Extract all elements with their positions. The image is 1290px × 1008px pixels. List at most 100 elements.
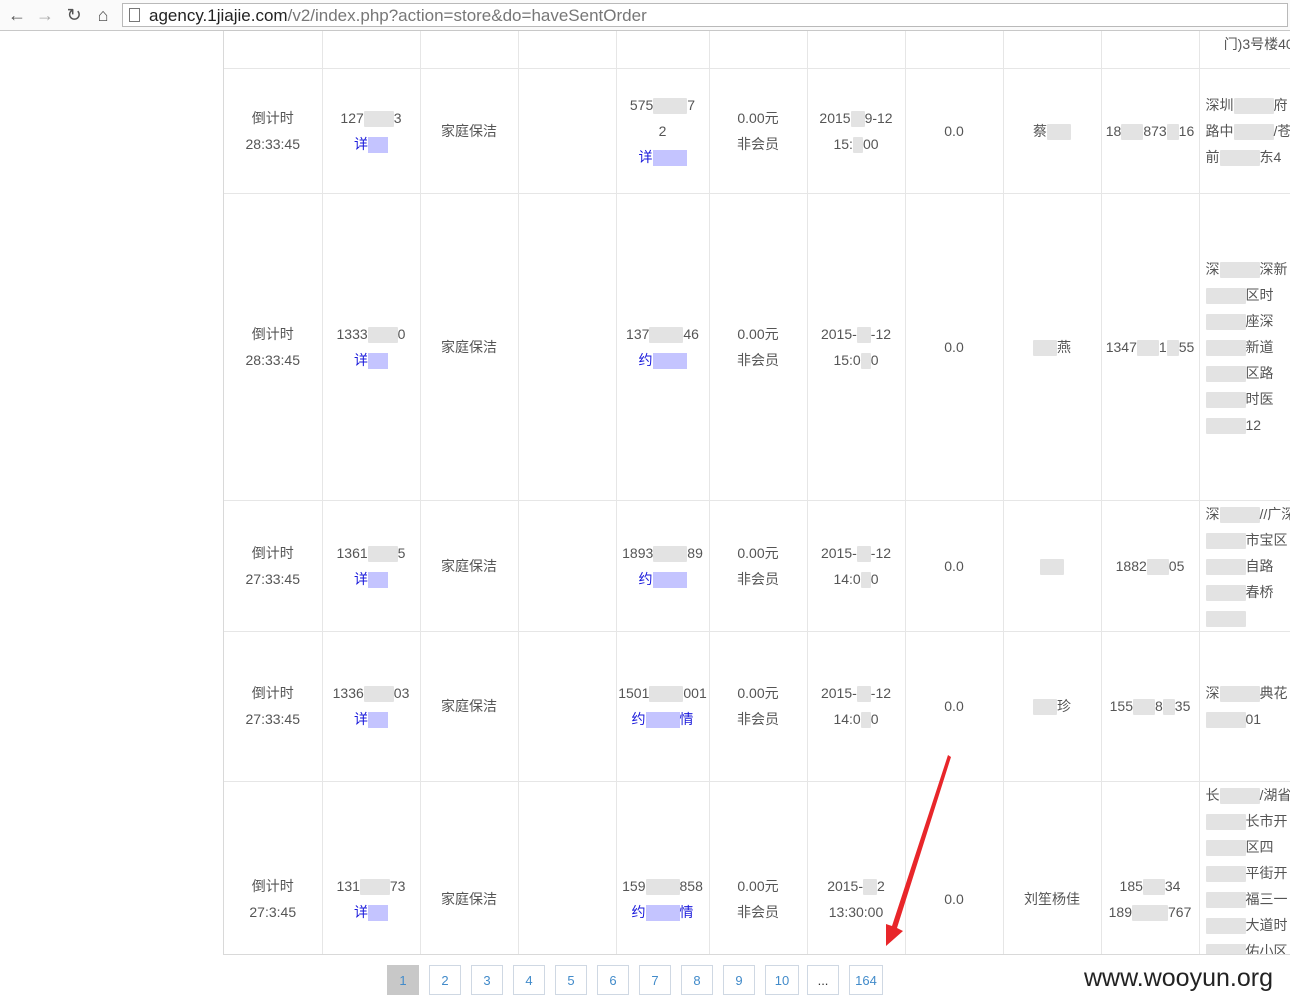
redacted-block	[368, 571, 388, 588]
redacted-block	[1205, 891, 1246, 908]
page-3-button[interactable]: 3	[471, 965, 503, 995]
browser-toolbar: ← → ↻ ⌂ agency.1jiajie.com/v2/index.php?…	[0, 0, 1290, 31]
redacted-block	[359, 878, 390, 895]
address-fragment: 大道	[1245, 916, 1274, 933]
redacted-block	[1166, 123, 1179, 140]
page-5-button[interactable]: 5	[555, 965, 587, 995]
name-tail: 笙杨佳	[1038, 890, 1080, 907]
countdown-value: 28:33:45	[245, 351, 301, 368]
mobile-head: 1882	[1115, 557, 1147, 574]
redacted-block	[363, 110, 394, 127]
detail-link[interactable]: 详	[354, 711, 368, 727]
address-fragment: /湖	[1259, 786, 1278, 803]
price: 0.00元	[737, 877, 779, 894]
page-8-button[interactable]: 8	[681, 965, 713, 995]
redacted-block	[652, 149, 687, 166]
countdown-cell: 倒计时 28:33:45	[224, 68, 323, 194]
contact-link-row: 约	[617, 566, 709, 592]
phone-tail: 001	[683, 685, 707, 701]
order-number: 127 3	[323, 105, 420, 131]
page-6-button[interactable]: 6	[597, 965, 629, 995]
service-date: 2015- -12	[808, 321, 905, 347]
address-fragment: 路	[1259, 557, 1274, 574]
redacted-block	[1033, 699, 1057, 716]
contact-link[interactable]: 约	[639, 352, 653, 368]
detail-link[interactable]: 详	[354, 571, 368, 587]
countdown-value: 27:3:45	[249, 903, 297, 920]
datetime-cell: 2015- -12 15:0 0	[807, 193, 906, 501]
address-bar[interactable]: agency.1jiajie.com/v2/index.php?action=s…	[122, 3, 1288, 27]
address-fragment: 佑	[1245, 942, 1260, 955]
watermark: www.wooyun.org	[1084, 964, 1273, 992]
home-icon[interactable]: ⌂	[92, 4, 114, 26]
datetime-cell: 2015 9-12 15: 00	[807, 68, 906, 194]
page-9-button[interactable]: 9	[723, 965, 755, 995]
redacted-block	[1205, 813, 1246, 830]
redacted-block	[368, 712, 388, 729]
contact-link[interactable]: 约	[632, 904, 646, 920]
detail-link[interactable]: 详	[354, 352, 368, 368]
address-fragment: 深	[1205, 685, 1220, 701]
customer-name-cell: 蔡	[1003, 68, 1102, 194]
pagination-ellipsis: ...	[807, 965, 839, 995]
customer-phone: 159 858	[617, 873, 709, 899]
customer-name-cell: 珍	[1003, 631, 1102, 782]
empty-cell	[518, 193, 617, 501]
service-type: 家庭保洁	[420, 68, 519, 194]
mobile-head: 1347	[1105, 338, 1137, 355]
redacted-block	[1146, 558, 1169, 575]
page-7-button[interactable]: 7	[639, 965, 671, 995]
mobile: 155 8 35	[1102, 693, 1199, 719]
address-fragment: 12	[1245, 416, 1262, 433]
address-fragment: 医	[1259, 390, 1274, 407]
page-2-button[interactable]: 2	[429, 965, 461, 995]
address-fragment: 春	[1245, 583, 1260, 600]
reload-icon[interactable]: ↻	[63, 4, 85, 26]
redacted-block	[856, 326, 871, 343]
mobile-mid: 1	[1158, 338, 1167, 355]
customer-name: 刘笙杨佳	[1004, 886, 1101, 912]
redacted-block	[367, 545, 398, 562]
contact-link[interactable]: 约	[639, 571, 653, 587]
detail-link[interactable]: 详	[354, 136, 368, 152]
address-fragment: 新	[1245, 338, 1260, 355]
address-fragment: 东4	[1259, 148, 1282, 165]
page-1-button[interactable]: 1	[387, 965, 419, 995]
address-fragment: 平街	[1245, 864, 1274, 881]
contact-link-tail[interactable]: 情	[680, 904, 694, 920]
address-cell: 深 典花 01	[1199, 631, 1290, 782]
address-fragment: 前	[1205, 148, 1220, 165]
order-number-head: 127	[340, 109, 364, 126]
page-4-button[interactable]: 4	[513, 965, 545, 995]
address-fragment: 典	[1259, 685, 1274, 701]
service-type: 家庭保洁	[420, 193, 519, 501]
contact-link[interactable]: 约	[632, 711, 646, 727]
phone-head: 575	[629, 96, 654, 113]
table-row: 倒计时 28:33:45 1333 0 详家庭保洁 137 46 约 0.00元 非会员 2015-…	[224, 193, 1290, 501]
redacted-block	[1219, 149, 1260, 166]
countdown-cell: 倒计时 28:33:45	[224, 193, 323, 501]
detail-link-row: 详	[323, 706, 420, 732]
address-cell: 深圳 府路中/苍前 东4	[1199, 68, 1290, 194]
countdown-value: 27:33:45	[245, 711, 301, 727]
redacted-block	[1205, 610, 1246, 627]
page-164-button[interactable]: 164	[849, 965, 883, 995]
address-fragment: 01	[1245, 711, 1262, 727]
detail-link[interactable]: 详	[354, 904, 368, 920]
phone-tail: 89	[687, 544, 703, 561]
redacted-block	[645, 904, 680, 921]
time-head: 15:	[833, 135, 853, 152]
redacted-block	[652, 571, 687, 588]
price: 0.00元	[737, 685, 779, 701]
name-tail: 燕	[1057, 338, 1071, 355]
datetime-cell: 2015- -12 14:0 0	[807, 500, 906, 632]
forward-arrow-icon[interactable]: →	[34, 4, 56, 26]
redacted-block	[1219, 261, 1260, 278]
back-arrow-icon[interactable]: ←	[6, 4, 28, 26]
mobile-end: 55	[1178, 338, 1195, 355]
contact-link[interactable]: 详	[639, 149, 653, 165]
customer-phone: 137 46	[617, 321, 709, 347]
customer-name-cell	[1003, 500, 1102, 632]
page-10-button[interactable]: 10	[765, 965, 799, 995]
contact-link-tail[interactable]: 情	[680, 711, 694, 727]
